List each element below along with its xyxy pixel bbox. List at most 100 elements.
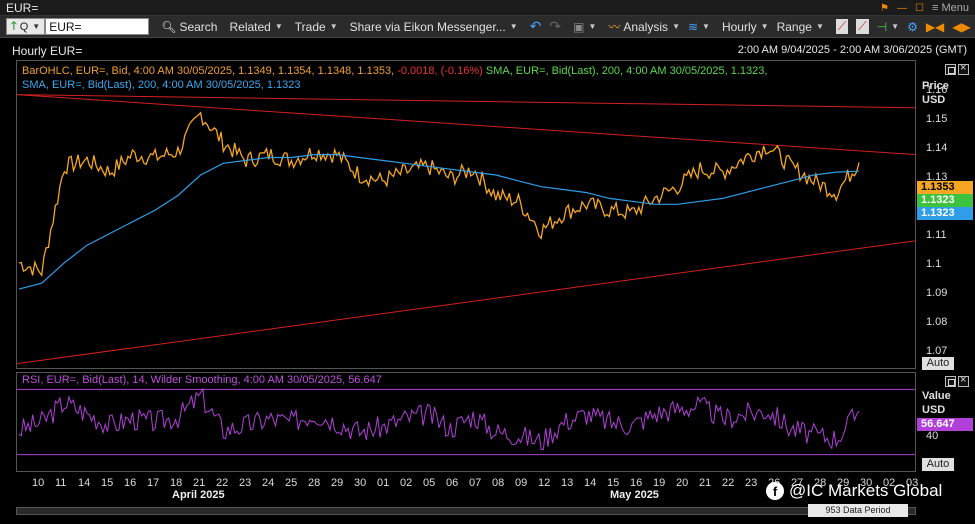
price-series-line[interactable] (18, 111, 860, 277)
rsi-auto-button[interactable]: Auto (922, 458, 954, 471)
gear-icon: ⚙ (907, 19, 918, 34)
chevron-down-icon: ▼ (672, 22, 680, 31)
window-title: EUR= (6, 1, 39, 15)
top-trendline[interactable] (17, 94, 915, 109)
maximize-icon[interactable]: ☐ (915, 3, 924, 14)
x-tick: 23 (745, 477, 758, 489)
chevron-down-icon: ▼ (815, 22, 824, 31)
zoom-in-icon: ▶◀ (925, 19, 945, 34)
x-tick: 10 (32, 477, 45, 489)
undo-button[interactable]: ↶ (526, 18, 546, 36)
chevron-down-icon: ▼ (760, 22, 769, 31)
camera-icon: ▣ (573, 19, 585, 34)
legend-bar-change: -0.0018, (-0.16%) (397, 65, 483, 77)
chart-header: Hourly EUR= 2:00 AM 9/04/2025 - 2:00 AM … (0, 40, 975, 60)
x-tick: 15 (101, 477, 114, 489)
share-button[interactable]: Share via Eikon Messenger... ▼ (346, 18, 522, 36)
x-tick: 02 (400, 477, 413, 489)
zoom-out-button[interactable]: ◀▶ (948, 18, 974, 36)
quote-mode-selector[interactable]: 🡑 Q ▼ (6, 18, 46, 35)
camera-button[interactable]: ▣ ▼ (569, 18, 600, 36)
chevron-down-icon: ▼ (329, 22, 338, 31)
chevron-down-icon: ▼ (32, 22, 41, 31)
related-label: Related (229, 19, 271, 34)
price-panel-controls (945, 62, 969, 75)
redo-button[interactable]: ↷ (545, 18, 565, 36)
related-button[interactable]: Related ▼ (225, 18, 286, 36)
analysis-icon: 〰 (608, 20, 621, 34)
wave-button[interactable]: ≋ ▼ (684, 18, 714, 36)
price-tick: 1.16 (926, 84, 948, 97)
price-auto-button[interactable]: Auto (922, 357, 954, 370)
month-label-may: May 2025 (610, 489, 659, 501)
indicator-button[interactable]: ⊣ ▼ (873, 18, 903, 36)
price-tick: 1.07 (926, 345, 948, 358)
symbol-box: 🡑 Q ▼ (6, 18, 150, 36)
x-tick: 24 (262, 477, 275, 489)
search-label: Search (179, 19, 218, 34)
close-panel-icon[interactable] (958, 374, 969, 387)
x-tick: 21 (193, 477, 206, 489)
x-tick: 11 (55, 477, 67, 489)
interval-selector[interactable]: Hourly ▼ (718, 18, 773, 36)
price-legend: BarOHLC, EUR=, Bid, 4:00 AM 30/05/2025, … (22, 64, 902, 92)
x-tick: 29 (331, 477, 344, 489)
undo-icon: ↶ (529, 18, 542, 34)
trade-button[interactable]: Trade ▼ (291, 18, 342, 36)
x-tick: 22 (216, 477, 229, 489)
window-title-bar: EUR= ⚑ — ☐ ≡ Menu (0, 0, 975, 16)
x-tick: 13 (561, 477, 574, 489)
close-panel-icon[interactable] (958, 62, 969, 75)
search-button[interactable]: 🔍︎ Search (157, 18, 221, 36)
x-tick: 12 (538, 477, 551, 489)
x-tick: 09 (515, 477, 528, 489)
x-tick: 23 (239, 477, 252, 489)
zoom-in-button[interactable]: ▶◀ (922, 18, 948, 36)
compare-chart-button[interactable]: ⟋ (852, 18, 872, 36)
chevron-down-icon: ▼ (891, 22, 900, 31)
support-trendline[interactable] (17, 240, 915, 365)
quote-mode-label: Q (19, 20, 29, 33)
settings-button[interactable]: ⚙ (903, 18, 922, 36)
chart-type-button[interactable]: ⟋ (832, 18, 852, 36)
pin-icon[interactable]: ⚑ (880, 3, 889, 14)
x-tick: 19 (653, 477, 666, 489)
facebook-icon: f (766, 482, 784, 500)
x-tick: 25 (285, 477, 298, 489)
legend-bar-ohlc: BarOHLC, EUR=, Bid, 4:00 AM 30/05/2025, … (22, 65, 395, 77)
rsi-series-line[interactable] (18, 387, 860, 451)
chevron-down-icon: ▼ (702, 22, 710, 31)
price-chart[interactable] (17, 61, 915, 368)
chevron-down-icon: ▼ (588, 22, 597, 31)
legend-sma-green: SMA, EUR=, Bid(Last), 200, 4:00 AM 30/05… (485, 65, 768, 77)
price-tick: 1.1 (926, 258, 942, 271)
rsi-panel-controls (945, 374, 969, 387)
sma-blue-tag: 1.1323 (917, 207, 973, 220)
x-tick: 20 (676, 477, 689, 489)
price-tick: 1.11 (926, 229, 947, 242)
rsi-axis-unit: USD (922, 404, 946, 416)
watermark-text: @IC Markets Global (789, 481, 943, 500)
legend-sma-blue: SMA, EUR=, Bid(Last), 200, 4:00 AM 30/05… (22, 79, 301, 91)
x-tick: 07 (469, 477, 482, 489)
resistance-trendline[interactable] (17, 94, 915, 156)
price-tick: 1.08 (926, 316, 948, 329)
menu-button[interactable]: ≡ Menu (932, 2, 969, 14)
search-icon: 🔍︎ (161, 19, 177, 34)
range-selector[interactable]: Range ▼ (773, 18, 828, 36)
symbol-input[interactable] (45, 18, 150, 35)
maximize-panel-icon[interactable] (945, 376, 956, 387)
analysis-button[interactable]: 〰 Analysis ▼ (604, 18, 684, 36)
maximize-panel-icon[interactable] (945, 64, 956, 75)
x-tick: 28 (308, 477, 321, 489)
last-price-tag: 1.1353 (917, 181, 973, 194)
time-scrollbar[interactable] (16, 507, 916, 515)
rsi-chart[interactable] (17, 373, 915, 471)
zoom-out-icon: ◀▶ (952, 19, 971, 34)
x-tick: 18 (170, 477, 183, 489)
minimize-icon[interactable]: — (897, 3, 907, 14)
data-period-badge: 953 Data Period (808, 504, 908, 517)
x-tick: 06 (446, 477, 459, 489)
x-tick: 15 (607, 477, 620, 489)
window-controls: ⚑ — ☐ ≡ Menu (880, 0, 969, 16)
